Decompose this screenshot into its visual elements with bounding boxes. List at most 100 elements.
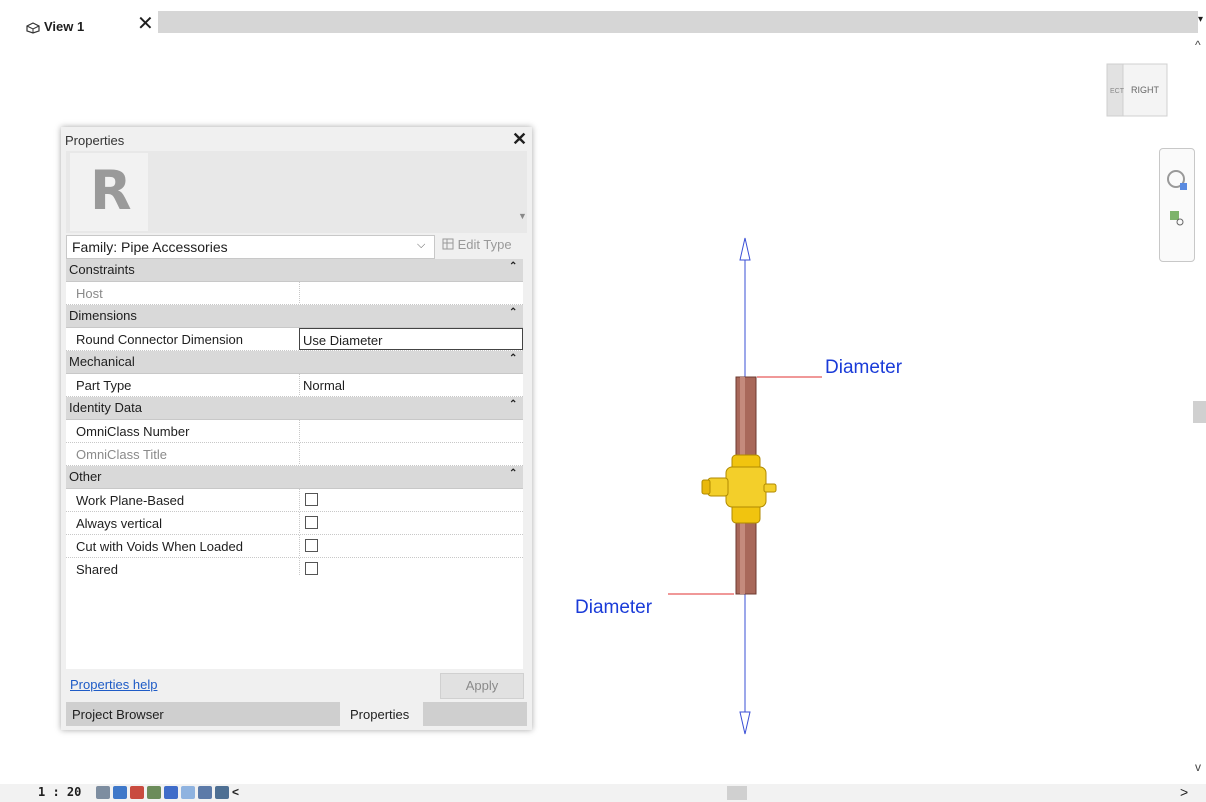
- edit-type-icon: [442, 238, 454, 250]
- checkbox[interactable]: [305, 493, 318, 506]
- arrow-down-icon[interactable]: [739, 711, 751, 735]
- view-control-bar: 1 : 20 < >: [0, 784, 1206, 802]
- palette-title: Properties: [65, 133, 125, 148]
- property-row-omniclass-title[interactable]: OmniClass Title: [66, 443, 523, 466]
- view-control-icons: <: [96, 786, 239, 799]
- property-row-round-connector-dimension[interactable]: Round Connector Dimension Use Diameter: [66, 328, 523, 351]
- visual-style-icon[interactable]: [113, 786, 127, 799]
- navigation-bar: [1159, 148, 1195, 262]
- crop-view-icon[interactable]: [164, 786, 178, 799]
- property-name: Part Type: [76, 378, 132, 393]
- group-other[interactable]: Other ⌃: [66, 466, 523, 489]
- zoom-region-icon[interactable]: [1160, 205, 1194, 235]
- collapse-icon[interactable]: ⌃: [509, 399, 517, 410]
- pipe-highlight: [740, 520, 745, 594]
- valve-ball: [725, 466, 767, 508]
- edit-type-button[interactable]: Edit Type: [442, 237, 512, 252]
- property-row-omniclass-number[interactable]: OmniClass Number: [66, 420, 523, 443]
- checkbox[interactable]: [305, 562, 318, 575]
- pipe-lower: [735, 519, 757, 595]
- view-tab-bar: View 1 ✕ ▾: [0, 0, 1206, 36]
- pipe-accessory-drawing[interactable]: [560, 230, 960, 750]
- checkbox[interactable]: [305, 516, 318, 529]
- close-tab-button[interactable]: ✕: [137, 14, 154, 34]
- family-filter-value: Family: Pipe Accessories: [72, 239, 228, 255]
- tab-properties[interactable]: Properties: [344, 702, 419, 726]
- valve-handle: [701, 479, 711, 495]
- apply-button[interactable]: Apply: [440, 673, 524, 699]
- tab-menu-icon[interactable]: ▾: [1198, 14, 1203, 25]
- grid-empty-area: [66, 576, 523, 669]
- view-scale[interactable]: 1 : 20: [38, 785, 81, 799]
- property-value[interactable]: [299, 420, 524, 441]
- chevron-down-icon: ⌵: [417, 239, 426, 251]
- group-name: Dimensions: [69, 308, 137, 323]
- collapse-icon[interactable]: ⌃: [509, 468, 517, 479]
- property-name: Round Connector Dimension: [76, 332, 243, 347]
- property-row-host[interactable]: Host: [66, 282, 523, 305]
- property-name: OmniClass Number: [76, 424, 190, 439]
- show-crop-icon[interactable]: [181, 786, 195, 799]
- arrow-up-icon[interactable]: [739, 237, 751, 261]
- property-row-always-vertical[interactable]: Always vertical: [66, 512, 523, 535]
- scroll-up-icon[interactable]: ^: [1195, 38, 1201, 52]
- reveal-hidden-icon[interactable]: [215, 786, 229, 799]
- dimension-label-bottom[interactable]: Diameter: [575, 597, 652, 619]
- property-value-text: Normal: [303, 378, 345, 393]
- view-cube[interactable]: ECT RIGHT: [1101, 62, 1171, 122]
- close-palette-button[interactable]: ✕: [512, 129, 527, 150]
- valve-nub: [763, 483, 777, 493]
- scrollbar-thumb[interactable]: [1193, 401, 1206, 423]
- scroll-down-icon[interactable]: v: [1195, 760, 1201, 774]
- property-row-work-plane-based[interactable]: Work Plane-Based: [66, 489, 523, 512]
- property-row-cut-with-voids[interactable]: Cut with Voids When Loaded: [66, 535, 523, 558]
- temporary-hide-icon[interactable]: [198, 786, 212, 799]
- chevron-down-icon[interactable]: ▼: [518, 211, 527, 221]
- collapse-icon[interactable]: ⌃: [509, 261, 517, 272]
- horizontal-scrollbar-thumb[interactable]: [727, 786, 747, 800]
- property-name: Work Plane-Based: [76, 493, 185, 508]
- scroll-right-icon[interactable]: >: [1180, 784, 1188, 800]
- property-value[interactable]: Normal: [299, 374, 524, 395]
- detail-level-icon[interactable]: [96, 786, 110, 799]
- group-identity-data[interactable]: Identity Data ⌃: [66, 397, 523, 420]
- property-value-field[interactable]: Use Diameter: [299, 328, 523, 350]
- tab-project-browser[interactable]: Project Browser: [66, 702, 340, 726]
- viewcube-face-right: RIGHT: [1131, 85, 1160, 95]
- collapse-icon[interactable]: ⌃: [509, 307, 517, 318]
- revit-logo-icon: R: [70, 153, 148, 231]
- family-filter-select[interactable]: Family: Pipe Accessories ⌵: [66, 235, 435, 259]
- shadows-icon[interactable]: [147, 786, 161, 799]
- more-controls-icon[interactable]: <: [232, 786, 239, 799]
- drawing-canvas[interactable]: Diameter Diameter: [560, 230, 960, 750]
- group-name: Constraints: [69, 262, 135, 277]
- properties-grid: Constraints ⌃ Host Dimensions ⌃ Round Co…: [66, 259, 523, 581]
- tab-label: View 1: [44, 19, 85, 34]
- sun-path-icon[interactable]: [130, 786, 144, 799]
- type-selector[interactable]: R ▼: [66, 151, 527, 233]
- collapse-icon[interactable]: ⌃: [509, 353, 517, 364]
- group-constraints[interactable]: Constraints ⌃: [66, 259, 523, 282]
- checkbox[interactable]: [305, 539, 318, 552]
- edit-type-label: Edit Type: [457, 237, 512, 252]
- property-name: Shared: [76, 562, 118, 577]
- group-mechanical[interactable]: Mechanical ⌃: [66, 351, 523, 374]
- property-row-part-type[interactable]: Part Type Normal: [66, 374, 523, 397]
- vertical-scrollbar[interactable]: ^ v: [1193, 36, 1206, 776]
- tab-view-1[interactable]: View 1 ✕: [0, 8, 158, 36]
- tab-empty: [423, 702, 527, 726]
- group-name: Other: [69, 469, 102, 484]
- property-value: [299, 489, 524, 510]
- tab-strip-empty: [158, 11, 1198, 33]
- group-name: Identity Data: [69, 400, 142, 415]
- pipe-highlight: [740, 377, 745, 459]
- steering-wheel-icon[interactable]: [1160, 163, 1194, 203]
- group-dimensions[interactable]: Dimensions ⌃: [66, 305, 523, 328]
- property-name: OmniClass Title: [76, 447, 168, 462]
- properties-help-link[interactable]: Properties help: [70, 677, 157, 692]
- dimension-label-top[interactable]: Diameter: [825, 357, 902, 379]
- property-value: [299, 512, 524, 533]
- property-value-text: Use Diameter: [303, 333, 383, 348]
- property-value: [299, 282, 524, 303]
- valve-stem: [707, 477, 729, 497]
